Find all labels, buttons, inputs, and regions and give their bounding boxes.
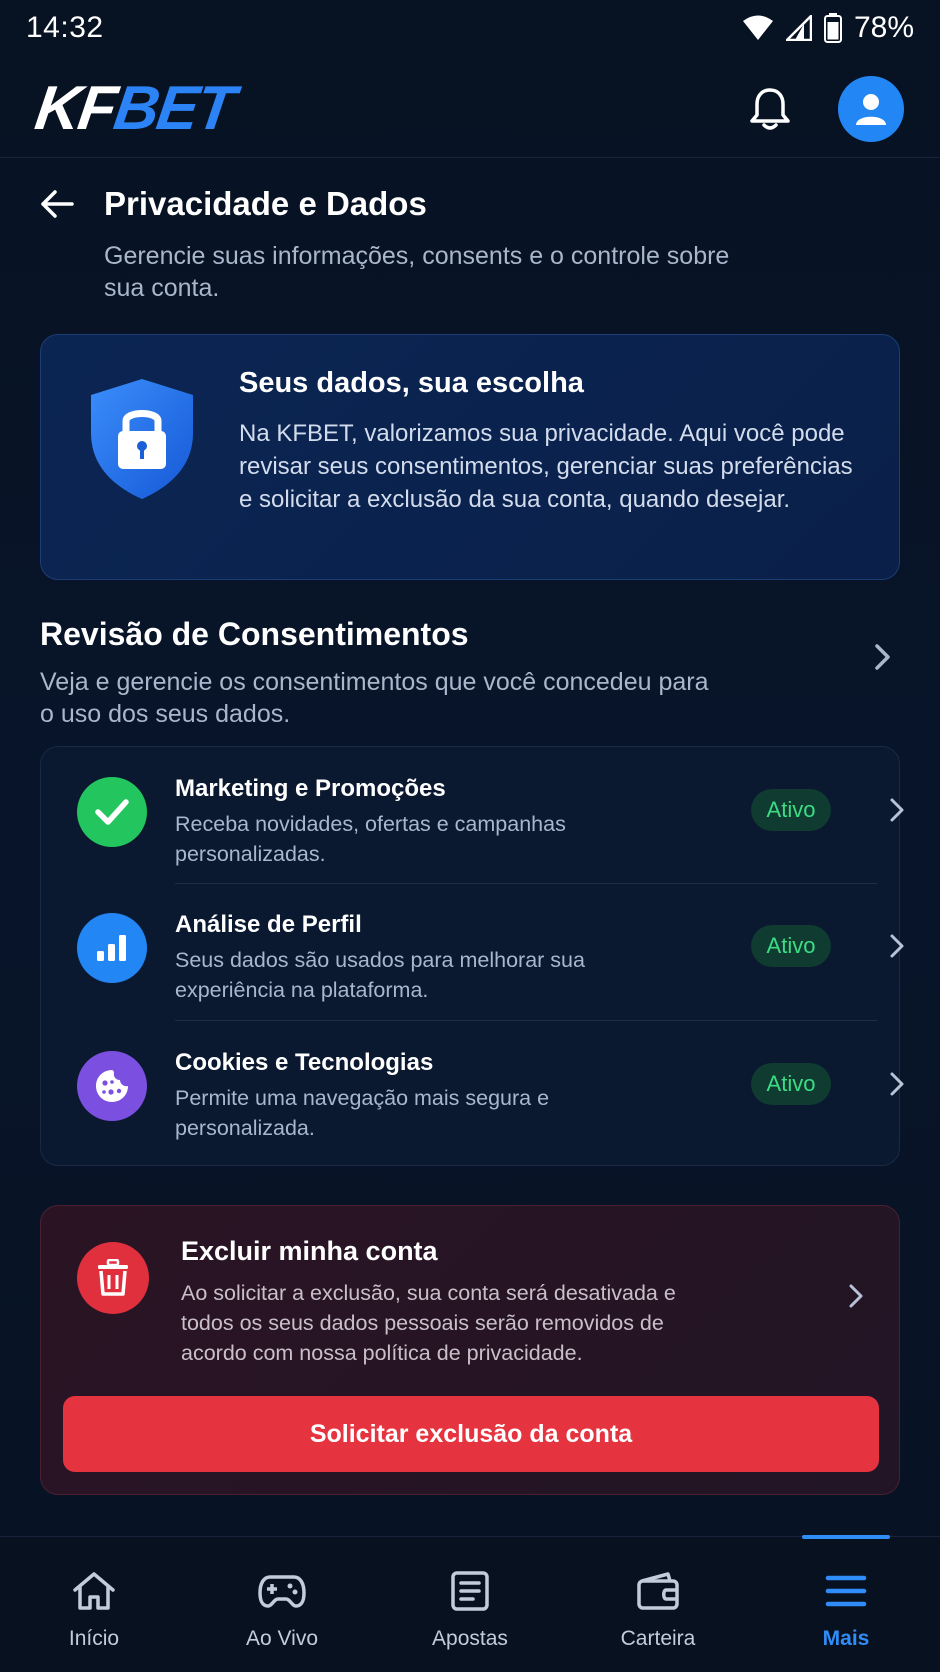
user-icon: [856, 93, 886, 125]
status-icons: 78%: [742, 11, 914, 45]
battery-level: 78%: [853, 11, 914, 44]
nav-label: Início: [68, 1627, 120, 1650]
chevron-right-icon[interactable]: [872, 642, 894, 672]
privacy-card-title: Seus dados, sua escolha: [239, 367, 584, 399]
back-arrow-icon[interactable]: [40, 182, 84, 226]
screen: 14:32 78% KFBET Privacidade e Dados Gere…: [0, 0, 940, 1672]
ticket-icon: [446, 1567, 494, 1615]
privacy-info-card: Seus dados, sua escolha Na KFBET, valori…: [40, 334, 900, 580]
consent-title: Análise de Perfil: [175, 911, 362, 938]
check-icon: [77, 777, 147, 847]
header-actions: [746, 75, 904, 142]
nav-label: Ao Vivo: [246, 1627, 318, 1650]
kfbet-logo[interactable]: KFBET: [31, 73, 238, 144]
page-title-row: Privacidade e Dados: [40, 182, 427, 226]
menu-icon: [822, 1567, 870, 1615]
status-badge: Ativo: [751, 789, 831, 831]
delete-account-text: Ao solicitar a exclusão, sua conta será …: [181, 1281, 676, 1365]
signal-icon: [785, 15, 812, 41]
chevron-right-icon: [889, 933, 905, 959]
privacy-card-text: Na KFBET, valorizamos sua privacidade. A…: [239, 420, 853, 513]
consent-item-profile-analysis[interactable]: Análise de Perfil Seus dados são usados …: [41, 883, 904, 1019]
consent-title: Cookies e Tecnologias: [175, 1049, 434, 1076]
nav-label: Apostas: [432, 1627, 508, 1650]
nav-item-carteira[interactable]: Carteira: [564, 1537, 752, 1672]
battery-icon: [823, 13, 842, 43]
consent-title: Marketing e Promoções: [175, 775, 446, 802]
shield-lock-icon: [85, 375, 199, 503]
chevron-right-icon: [889, 1071, 905, 1097]
chevron-right-icon[interactable]: [848, 1283, 864, 1309]
status-bar: 14:32 78%: [0, 0, 940, 56]
home-icon: [70, 1567, 118, 1615]
page-subtitle: Gerencie suas informações, consents e o …: [104, 242, 730, 302]
cookie-icon: [77, 1051, 147, 1121]
gamepad-icon: [258, 1567, 306, 1615]
consents-section-title: Revisão de Consentimentos: [40, 616, 469, 652]
nav-item-apostas[interactable]: Apostas: [376, 1537, 564, 1672]
consent-description: Seus dados são usados para melhorar sua …: [175, 948, 585, 1002]
consent-item-cookies[interactable]: Cookies e Tecnologias Permite uma navega…: [41, 1021, 904, 1157]
consent-item-marketing[interactable]: Marketing e Promoções Receba novidades, …: [41, 747, 904, 883]
profile-avatar-button[interactable]: [838, 75, 904, 142]
page-title: Privacidade e Dados: [104, 185, 427, 222]
consent-description: Permite uma navegação mais segura e pers…: [175, 1086, 550, 1140]
trash-icon: [77, 1242, 149, 1314]
app-header: KFBET: [0, 60, 940, 158]
consents-section-subtitle: Veja e gerencie os consentimentos que vo…: [40, 668, 709, 728]
nav-label: Carteira: [620, 1627, 696, 1650]
status-badge: Ativo: [751, 925, 831, 967]
bar-chart-icon: [77, 913, 147, 983]
wifi-icon: [742, 15, 773, 40]
nav-item-inicio[interactable]: Início: [0, 1537, 188, 1672]
active-tab-indicator: [802, 1535, 890, 1539]
wallet-icon: [634, 1567, 682, 1615]
nav-item-mais[interactable]: Mais: [752, 1535, 940, 1672]
status-badge: Ativo: [751, 1063, 831, 1105]
delete-account-card[interactable]: Excluir minha conta Ao solicitar a exclu…: [40, 1205, 900, 1495]
nav-item-ao-vivo[interactable]: Ao Vivo: [188, 1537, 376, 1672]
nav-label: Mais: [822, 1627, 870, 1650]
chevron-right-icon: [889, 797, 905, 823]
logo-part-kf: KF: [31, 74, 120, 143]
consents-list: Marketing e Promoções Receba novidades, …: [40, 746, 904, 1166]
consent-description: Receba novidades, ofertas e campanhas pe…: [175, 812, 566, 866]
logo-part-bet: BET: [109, 74, 238, 143]
request-account-deletion-button[interactable]: Solicitar exclusão da conta: [63, 1396, 879, 1472]
status-time: 14:32: [26, 11, 104, 44]
notifications-bell-icon[interactable]: [746, 85, 794, 133]
delete-account-title: Excluir minha conta: [181, 1236, 438, 1266]
bottom-navigation: Início Ao Vivo Apostas Carteira Mais: [0, 1535, 940, 1672]
